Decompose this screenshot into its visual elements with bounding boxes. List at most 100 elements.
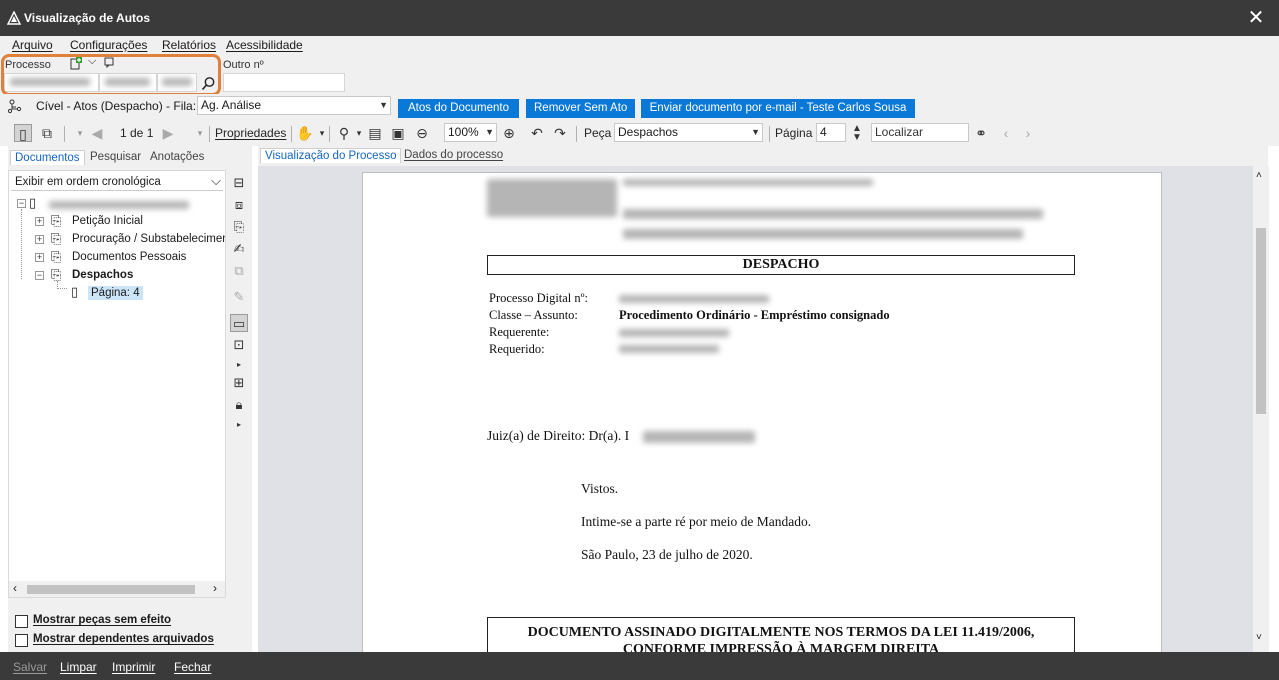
tree-item-peticao[interactable]: Petição Inicial bbox=[72, 215, 143, 227]
menu-bar: Arquivo Configurações Relatórios Acessib… bbox=[0, 36, 1279, 54]
expand-icon[interactable]: + bbox=[35, 217, 44, 226]
binoculars-icon[interactable]: ⚭ bbox=[972, 124, 990, 142]
tree-item-despachos[interactable]: Despachos bbox=[72, 269, 133, 281]
stack-icon[interactable]: ⧈ bbox=[230, 196, 248, 214]
field-value-classe: Procedimento Ordinário - Empréstimo cons… bbox=[619, 308, 890, 322]
zoom-select[interactable]: 100% ▼ bbox=[444, 123, 497, 142]
order-select-value: Exibir em ordem cronológica bbox=[15, 176, 161, 188]
tab-visualizacao[interactable]: Visualização do Processo bbox=[260, 148, 402, 163]
menu-relatorios[interactable]: Relatórios bbox=[162, 38, 216, 52]
vertical-scrollbar[interactable]: ˄ ˅ bbox=[1253, 166, 1269, 652]
tree-view-icon[interactable]: ⊟ bbox=[230, 174, 248, 192]
peca-select[interactable]: Despachos ▼ bbox=[614, 123, 763, 142]
print-button[interactable]: Imprimir bbox=[112, 660, 155, 674]
fit-page-icon[interactable]: ▣ bbox=[389, 124, 407, 142]
tree-item-documentos-pessoais[interactable]: Documentos Pessoais bbox=[72, 251, 186, 263]
scrollbar-thumb[interactable] bbox=[1256, 228, 1266, 414]
title-bar: Visualização de Autos ✕ bbox=[0, 0, 1279, 36]
save-button[interactable]: Salvar bbox=[13, 660, 47, 674]
show-archived-dependents-checkbox[interactable] bbox=[15, 634, 28, 647]
tree-item-pagina[interactable]: Página: 4 bbox=[88, 286, 143, 300]
fit-width-icon[interactable]: ▤ bbox=[366, 124, 384, 142]
window-title: Visualização de Autos bbox=[24, 11, 151, 25]
expand-arrow-icon[interactable]: ▸ bbox=[230, 356, 248, 374]
copy-icon[interactable]: ⧉ bbox=[230, 262, 248, 280]
separator bbox=[769, 126, 770, 142]
menu-configuracoes[interactable]: Configurações bbox=[70, 38, 147, 52]
tab-dados-processo[interactable]: Dados do processo bbox=[400, 148, 507, 162]
redacted-text bbox=[619, 345, 719, 353]
rotate-right-icon[interactable]: ↷ bbox=[551, 124, 569, 142]
expand-icon[interactable]: + bbox=[35, 253, 44, 262]
clear-button[interactable]: Limpar bbox=[60, 660, 97, 674]
atos-documento-button[interactable]: Atos do Documento bbox=[398, 99, 519, 118]
close-icon[interactable]: ✕ bbox=[1245, 7, 1267, 29]
hand-pan-icon[interactable]: ✋ bbox=[296, 124, 314, 142]
dropdown-icon[interactable]: ▾ bbox=[191, 124, 209, 142]
redacted-text bbox=[623, 229, 1023, 239]
page-indicator: 1 de 1 bbox=[120, 126, 154, 140]
find-previous-icon[interactable]: ‹ bbox=[997, 124, 1015, 142]
scroll-left-icon[interactable]: ‹ bbox=[13, 581, 17, 595]
single-page-icon[interactable]: ▯ bbox=[14, 124, 32, 142]
other-number-input[interactable] bbox=[223, 73, 345, 92]
page-number-input[interactable]: 4 bbox=[816, 123, 846, 142]
search-find-input[interactable]: Localizar bbox=[871, 123, 969, 142]
collapse-icon[interactable]: − bbox=[17, 199, 26, 208]
lock-icon[interactable]: 🔒︎ bbox=[230, 396, 248, 414]
remover-sem-ato-button[interactable]: Remover Sem Ato bbox=[526, 99, 635, 118]
redacted-text bbox=[623, 209, 1043, 219]
tree-item-procuracao[interactable]: Procuração / Substabelecimento bbox=[72, 233, 225, 245]
menu-acessibilidade[interactable]: Acessibilidade bbox=[226, 38, 303, 52]
signature-icon[interactable]: ✍ bbox=[230, 240, 248, 258]
show-pieces-without-effect-checkbox[interactable] bbox=[15, 615, 28, 628]
queue-select[interactable]: Ag. Análise ▼ bbox=[197, 96, 391, 115]
paragraph-intime: Intime-se a parte ré por meio de Mandado… bbox=[581, 514, 812, 529]
document-tree: Exibir em ordem cronológica ⌵ − ▯ + ⎘ Pe… bbox=[8, 170, 226, 598]
document-icon: ▯ bbox=[29, 195, 37, 210]
rotate-left-icon[interactable]: ↶ bbox=[528, 124, 546, 142]
annotation-list-icon[interactable]: ⊡ bbox=[230, 336, 248, 354]
other-number-label: Outro nº bbox=[223, 59, 264, 71]
page-spinner-icon[interactable]: ▲ ▼ bbox=[848, 124, 866, 143]
find-next-icon[interactable]: › bbox=[1019, 124, 1037, 142]
certificate-icon[interactable]: ⎘ bbox=[230, 218, 248, 236]
next-page-icon[interactable]: ▶ bbox=[159, 124, 177, 142]
scrollbar-thumb[interactable] bbox=[27, 585, 195, 594]
scroll-down-icon[interactable]: ˅ bbox=[1256, 632, 1262, 643]
order-select[interactable]: Exibir em ordem cronológica ⌵ bbox=[11, 173, 223, 191]
paragraph-vistos: Vistos. bbox=[581, 481, 619, 496]
zoom-out-icon[interactable]: ⊖ bbox=[413, 124, 431, 142]
properties-button[interactable]: Propriedades bbox=[215, 126, 286, 140]
tab-documentos[interactable]: Documentos bbox=[10, 150, 85, 165]
field-label-requerido: Requerido: bbox=[489, 342, 545, 356]
horizontal-scrollbar[interactable]: ‹ › bbox=[9, 581, 225, 597]
menu-arquivo[interactable]: Arquivo bbox=[12, 38, 53, 52]
expand-arrow-icon[interactable]: ▸ bbox=[230, 416, 248, 434]
collapse-icon[interactable]: − bbox=[35, 271, 44, 280]
previous-page-icon[interactable]: ◀ bbox=[88, 124, 106, 142]
peca-select-value: Despachos bbox=[618, 125, 679, 139]
tab-pesquisar[interactable]: Pesquisar bbox=[86, 150, 145, 164]
paragraph-date: São Paulo, 23 de julho de 2020. bbox=[581, 547, 753, 562]
zoom-in-icon[interactable]: ⊕ bbox=[500, 124, 518, 142]
expand-icon[interactable]: + bbox=[35, 235, 44, 244]
field-label-processo: Processo Digital nº: bbox=[489, 291, 589, 305]
redacted-text bbox=[643, 431, 755, 443]
dropdown-icon[interactable]: ▾ bbox=[71, 124, 89, 142]
viewer-tabs: Visualização do Processo Dados do proces… bbox=[258, 146, 1268, 166]
page-icon: ▯ bbox=[71, 284, 79, 299]
scroll-right-icon[interactable]: › bbox=[213, 581, 217, 595]
tab-anotacoes[interactable]: Anotações bbox=[146, 150, 208, 164]
add-note-icon[interactable]: ⊞ bbox=[230, 374, 248, 392]
note-page-icon[interactable]: ▭ bbox=[230, 314, 248, 332]
zoom-select-value: 100% bbox=[448, 125, 479, 139]
process-highlight-frame bbox=[1, 54, 221, 96]
two-pages-icon[interactable]: ⧉ bbox=[38, 124, 56, 142]
enviar-email-button[interactable]: Enviar documento por e-mail - Teste Carl… bbox=[641, 99, 915, 118]
separator bbox=[64, 126, 65, 142]
field-label-requerente: Requerente: bbox=[489, 325, 550, 339]
edit-document-icon[interactable]: ✎ bbox=[230, 288, 248, 306]
close-button[interactable]: Fechar bbox=[174, 660, 211, 674]
scroll-up-icon[interactable]: ˄ bbox=[1256, 170, 1262, 181]
